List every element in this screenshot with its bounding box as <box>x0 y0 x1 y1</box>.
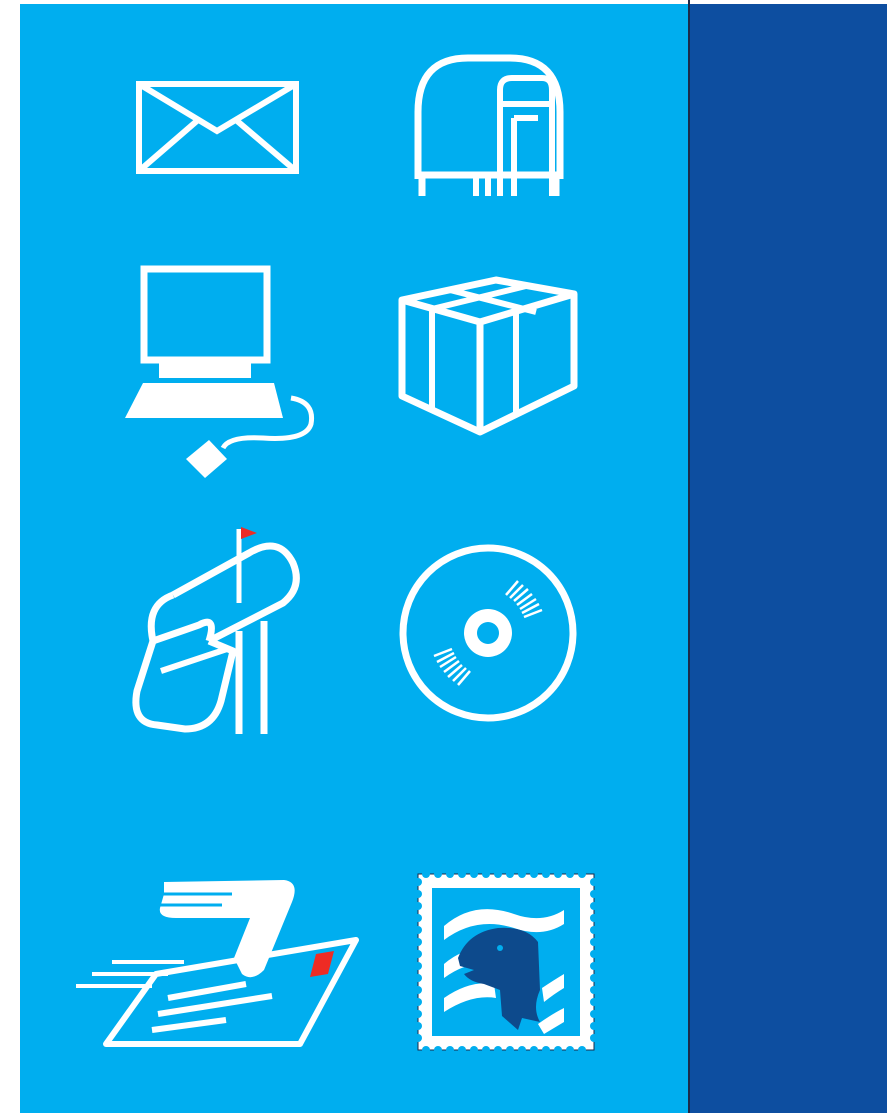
stamp-icon <box>414 870 598 1054</box>
express-mail-icon <box>72 874 362 1050</box>
mailbox-icon <box>131 523 307 735</box>
computer-icon <box>123 265 318 478</box>
package-icon <box>398 276 578 436</box>
envelope-icon <box>136 81 299 174</box>
disc-icon <box>398 543 578 723</box>
collection-box-icon <box>414 54 564 199</box>
blue-panel <box>690 4 887 1113</box>
